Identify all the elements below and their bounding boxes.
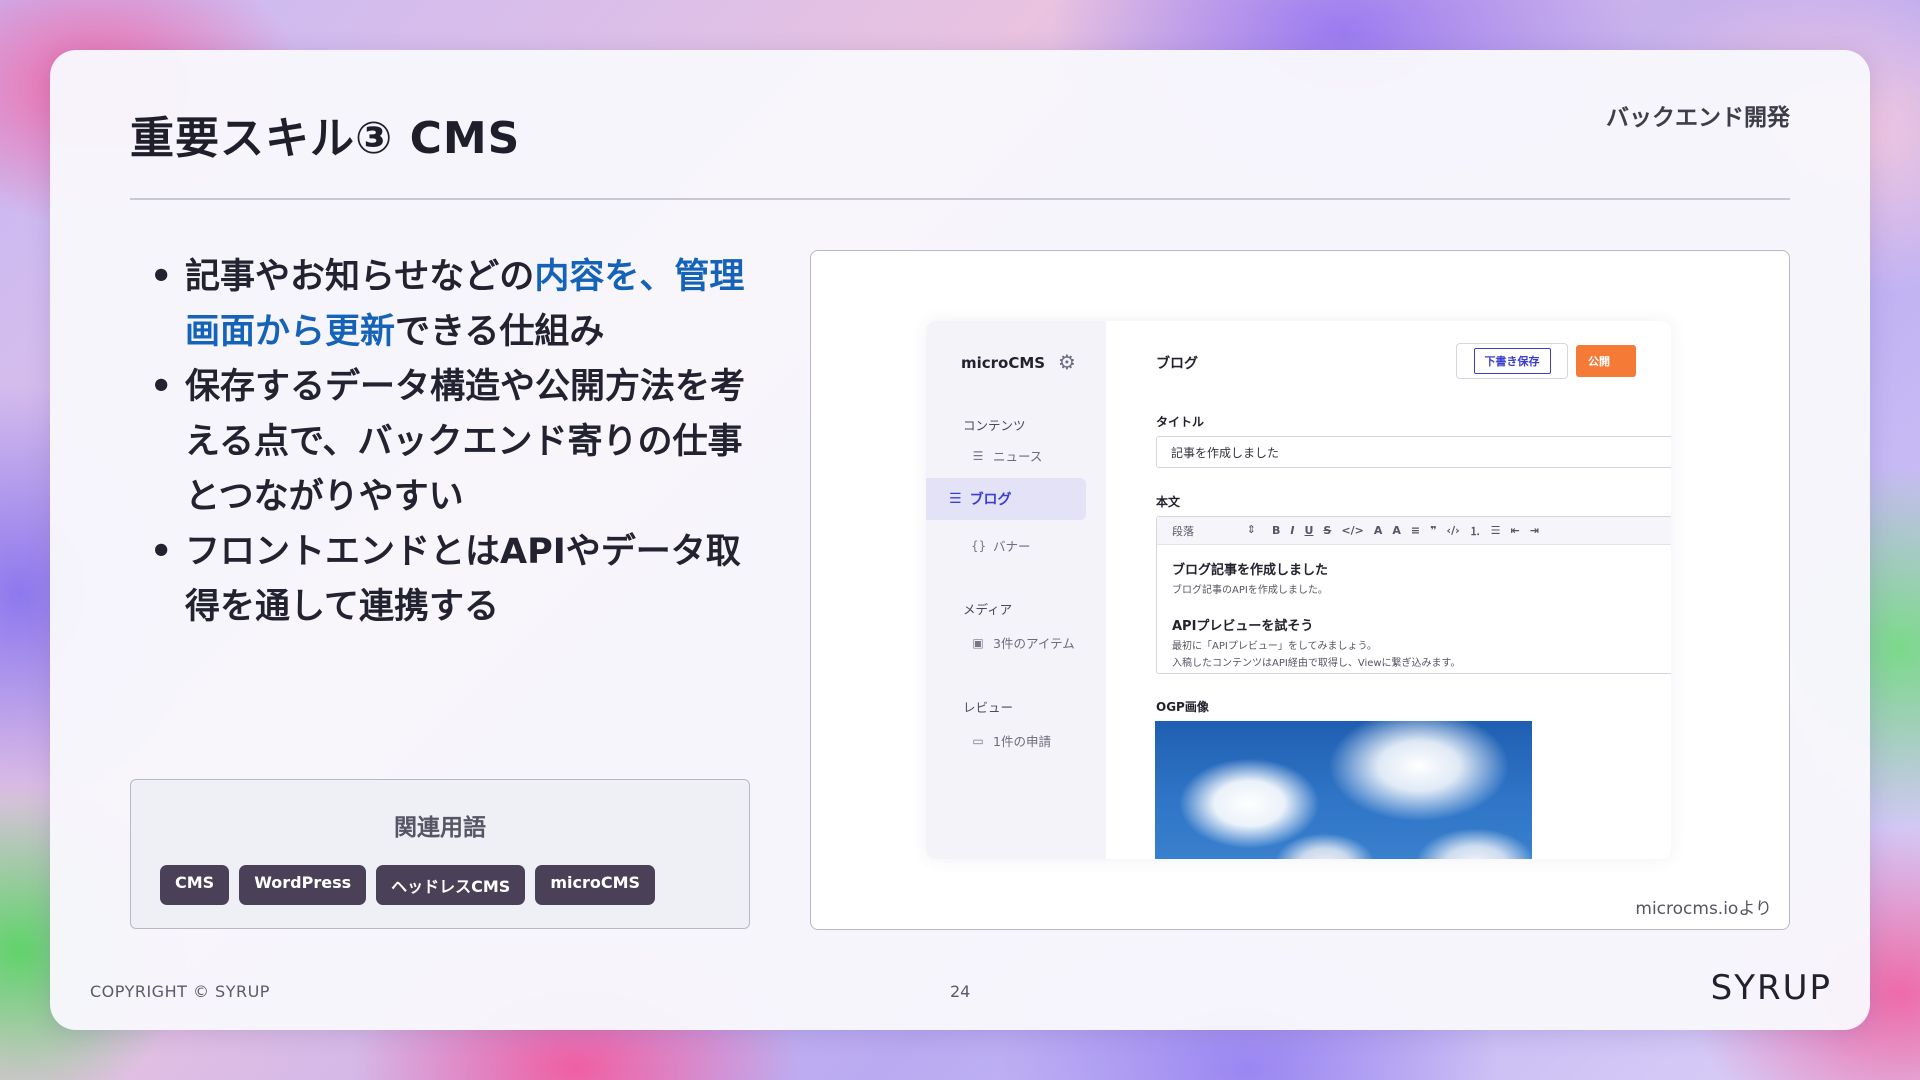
related-terms-box: 関連用語 CMS WordPress ヘッドレスCMS microCMS bbox=[130, 779, 750, 929]
slide: 重要スキル③ CMS バックエンド開発 記事やお知らせなどの内容を、管理画面から… bbox=[50, 50, 1870, 1030]
body-paragraph: ブログ記事のAPIを作成しました。 bbox=[1172, 585, 1328, 596]
slide-title: 重要スキル③ CMS bbox=[130, 113, 521, 164]
chat-icon: ▭ bbox=[972, 733, 984, 748]
tag-microcms: microCMS bbox=[535, 865, 656, 905]
bullet-item: フロントエンドとはAPIやデータ取得を通して連携する bbox=[150, 525, 750, 635]
italic-icon: I bbox=[1290, 524, 1295, 537]
publish-button: 公開 bbox=[1576, 345, 1636, 377]
outdent-icon: ⇤ bbox=[1510, 524, 1520, 537]
tag-cms: CMS bbox=[160, 865, 230, 905]
gear-icon: ⚙ bbox=[1058, 350, 1076, 374]
screenshot-frame: microCMS ⚙ コンテンツ ☰ ニュース ☰ ブログ {} バナー メディ… bbox=[810, 250, 1790, 930]
sidebar-item-news: ☰ ニュース bbox=[972, 448, 1043, 465]
sidebar-section-media: メディア bbox=[963, 602, 1013, 617]
cms-brand: microCMS bbox=[961, 354, 1046, 372]
list-icon: ☰ bbox=[949, 491, 962, 507]
paragraph-select: 段落 ⇕ bbox=[1172, 522, 1256, 538]
bullet-list-icon: ☰ bbox=[1490, 524, 1501, 537]
title-field-label: タイトル bbox=[1156, 415, 1205, 429]
title-divider bbox=[130, 198, 1790, 200]
sidebar-section-review: レビュー bbox=[963, 700, 1014, 715]
strikethrough-icon: S bbox=[1323, 524, 1332, 537]
screenshot-credit: microcms.ioより bbox=[1635, 899, 1772, 919]
sidebar-item-media: ▣ 3件のアイテム bbox=[972, 635, 1075, 652]
related-terms-title: 関連用語 bbox=[394, 815, 486, 841]
cms-main: ブログ 下書き保存 公開 タイトル 記事を作成しました 本文 段落 ⇕ B I bbox=[1106, 321, 1671, 859]
body-field-label: 本文 bbox=[1156, 495, 1181, 509]
sidebar-item-review: ▭ 1件の申請 bbox=[972, 733, 1051, 750]
braces-icon: {} bbox=[971, 538, 987, 553]
ogp-field-label: OGP画像 bbox=[1156, 700, 1209, 714]
ordered-list-icon: ⒈ bbox=[1469, 524, 1481, 538]
editor-toolbar: 段落 ⇕ B I U S </> A A ≡ ❞ ‹/› ⒈ ☰ ⇤ ⇥ bbox=[1157, 517, 1671, 545]
underline-icon: U bbox=[1304, 524, 1314, 537]
code-block-icon: ‹/› bbox=[1446, 524, 1460, 537]
ogp-image bbox=[1155, 721, 1532, 859]
page-number: 24 bbox=[950, 982, 971, 1001]
draft-save-button: 下書き保存 bbox=[1456, 343, 1568, 379]
indent-icon: ⇥ bbox=[1529, 524, 1539, 537]
cms-page-title: ブログ bbox=[1156, 356, 1198, 372]
image-icon: ▣ bbox=[972, 635, 984, 650]
body-heading: APIプレビューを試そう bbox=[1172, 619, 1314, 634]
tag-list: CMS WordPress ヘッドレスCMS microCMS bbox=[160, 865, 656, 905]
sidebar-section-contents: コンテンツ bbox=[963, 418, 1026, 433]
code-icon: </> bbox=[1341, 524, 1364, 537]
cms-screenshot: microCMS ⚙ コンテンツ ☰ ニュース ☰ ブログ {} バナー メディ… bbox=[926, 321, 1671, 859]
body-heading: ブログ記事を作成しました bbox=[1172, 563, 1329, 578]
body-paragraph: 入稿したコンテンツはAPI経由で取得し、Viewに繋ぎ込みます。 bbox=[1172, 658, 1461, 669]
bullet-item: 保存するデータ構造や公開方法を考える点で、バックエンド寄りの仕事とつながりやすい bbox=[150, 360, 750, 525]
updown-icon: ⇕ bbox=[1246, 522, 1256, 536]
text-color-icon: A bbox=[1392, 524, 1401, 537]
body-paragraph: 最初に「APIプレビュー」をしてみましょう。 bbox=[1172, 641, 1377, 652]
sidebar-item-banner: {} バナー bbox=[971, 538, 1031, 555]
syrup-logo: SYRUP bbox=[1710, 968, 1832, 1008]
tag-wordpress: WordPress bbox=[239, 865, 367, 905]
tag-headless-cms: ヘッドレスCMS bbox=[376, 865, 526, 905]
cms-sidebar: microCMS ⚙ コンテンツ ☰ ニュース ☰ ブログ {} バナー メディ… bbox=[926, 321, 1106, 859]
sidebar-item-blog: ☰ ブログ bbox=[926, 478, 1086, 520]
rich-text-editor: 段落 ⇕ B I U S </> A A ≡ ❞ ‹/› ⒈ ☰ ⇤ ⇥ ブログ… bbox=[1156, 516, 1671, 674]
bullet-list: 記事やお知らせなどの内容を、管理画面から更新できる仕組み 保存するデータ構造や公… bbox=[150, 250, 750, 635]
highlight-icon: A bbox=[1373, 524, 1383, 537]
bullet-item: 記事やお知らせなどの内容を、管理画面から更新できる仕組み bbox=[150, 250, 750, 360]
section-label: バックエンド開発 bbox=[1606, 105, 1790, 131]
bold-icon: B bbox=[1272, 524, 1281, 537]
align-icon: ≡ bbox=[1410, 524, 1421, 537]
list-icon: ☰ bbox=[972, 448, 984, 463]
quote-icon: ❞ bbox=[1430, 524, 1437, 537]
title-field: 記事を作成しました bbox=[1156, 436, 1671, 468]
copyright: COPYRIGHT © SYRUP bbox=[90, 982, 270, 1001]
